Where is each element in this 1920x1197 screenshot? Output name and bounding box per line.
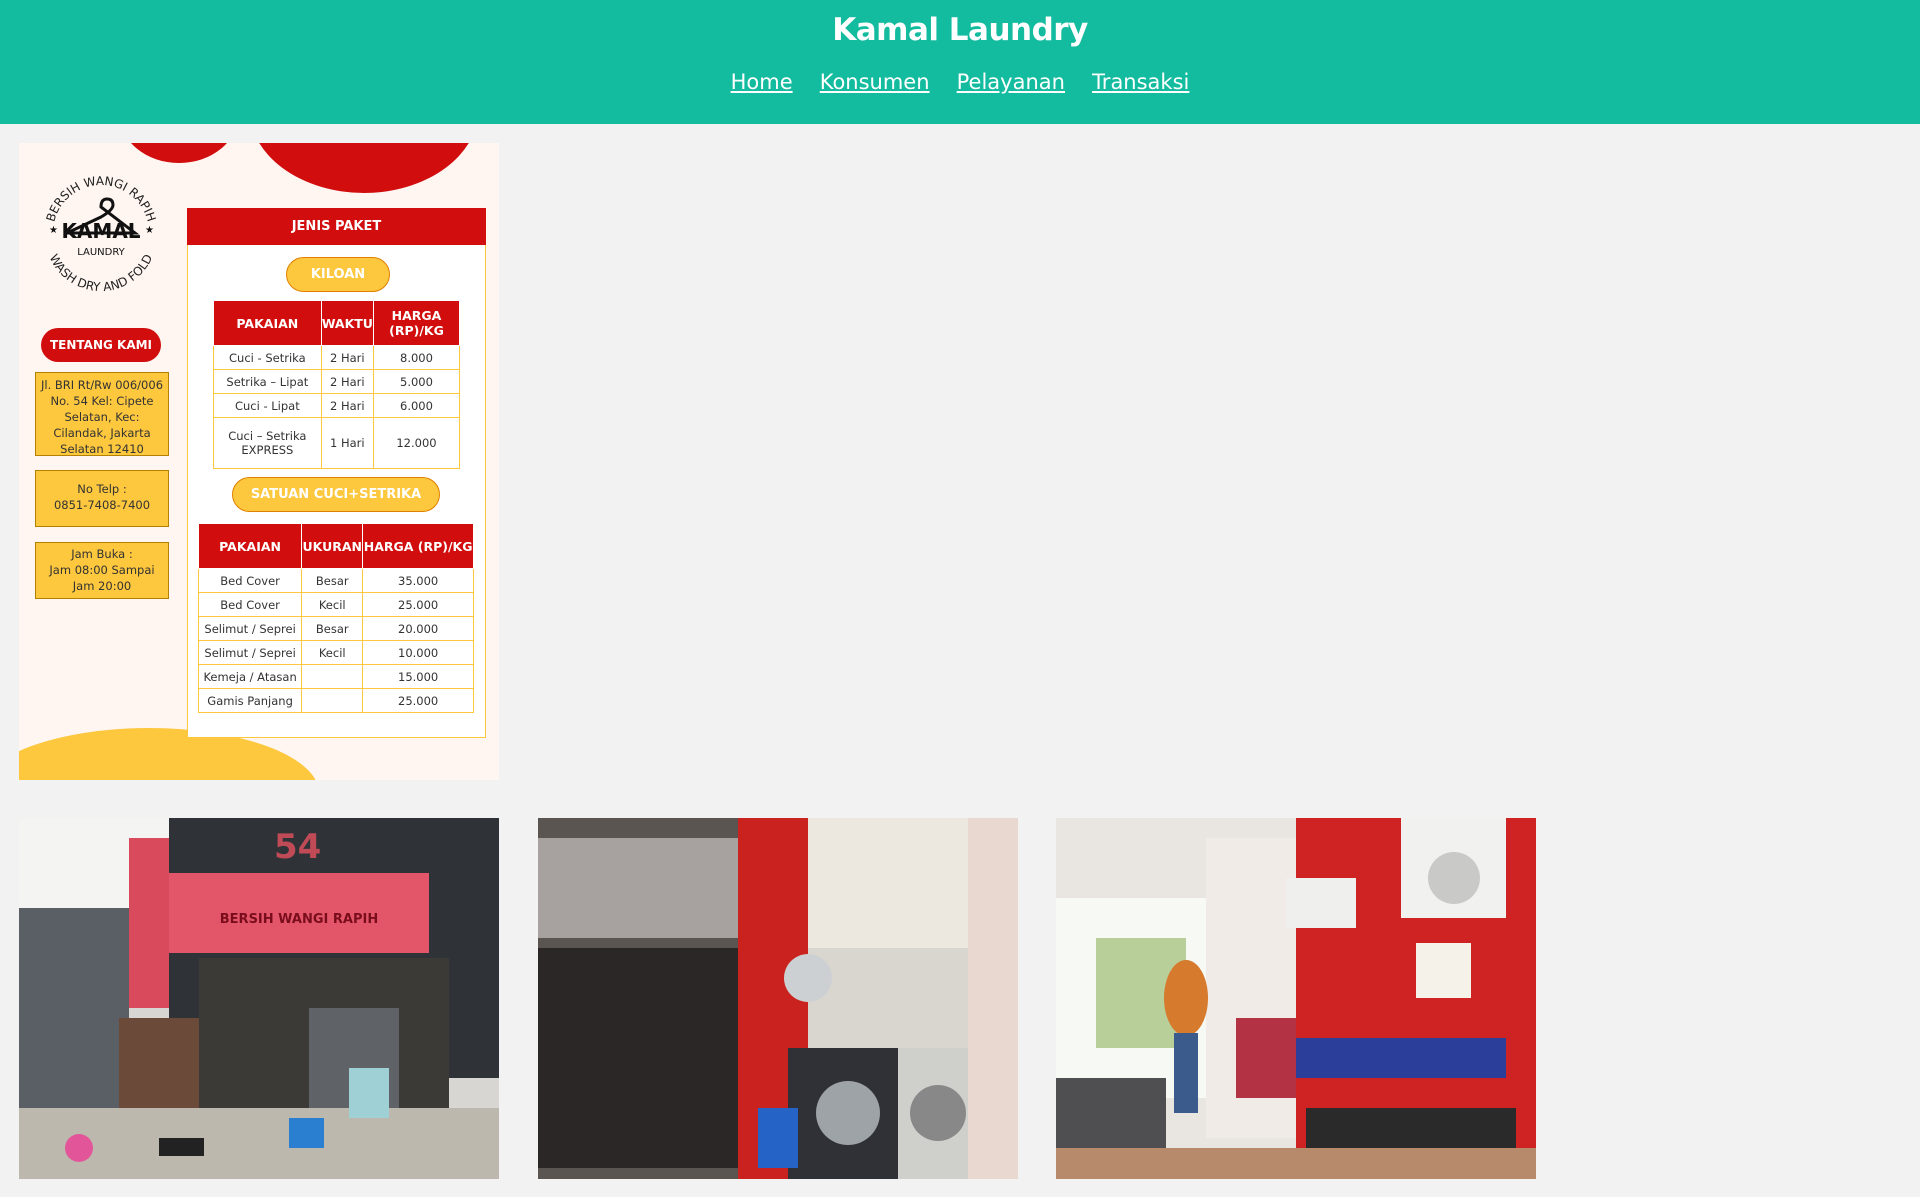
logo-sub: LAUNDRY	[77, 247, 125, 258]
table-cell: 2 Hari	[320, 345, 374, 370]
column-header: PAKAIAN	[197, 523, 303, 569]
kiloan-price-table: PAKAIAN WAKTU HARGA (RP)/KG Cuci - Setri…	[213, 300, 461, 469]
table-cell: Kecil	[301, 592, 364, 617]
table-cell: 1 Hari	[320, 417, 374, 469]
table-row: Kemeja / Atasan 15.000	[197, 664, 474, 689]
table-cell: Cuci – Setrika EXPRESS	[213, 417, 322, 469]
logo-arc-bottom: WASH DRY AND FOLD	[47, 252, 156, 294]
interior-ironing-photo	[1056, 818, 1536, 1179]
table-cell: Bed Cover	[197, 568, 303, 593]
table-row: Bed Cover Kecil 25.000	[197, 592, 474, 617]
column-header: HARGA (RP)/KG	[362, 523, 474, 569]
star-icon: ★	[49, 225, 58, 236]
satuan-label: SATUAN CUCI+SETRIKA	[232, 477, 440, 512]
satuan-price-table: PAKAIAN UKURAN HARGA (RP)/KG Bed Cover B…	[197, 523, 474, 713]
table-cell: 15.000	[362, 664, 474, 689]
nav-link-konsumen[interactable]: Konsumen	[820, 70, 930, 94]
table-cell: Besar	[301, 568, 364, 593]
kamal-laundry-logo: BERSIH WANGI RAPIH WASH DRY AND FOLD KAM…	[31, 163, 171, 303]
table-cell: 2 Hari	[320, 393, 374, 418]
column-header: UKURAN	[301, 523, 364, 569]
phone-label: No Telp :	[77, 482, 127, 496]
star-icon: ★	[145, 225, 154, 236]
table-cell: Besar	[301, 616, 364, 641]
table-row: Selimut / Seprei Besar 20.000	[197, 616, 474, 641]
table-cell: 12.000	[372, 417, 461, 469]
table-row: Selimut / Seprei Kecil 10.000	[197, 640, 474, 665]
table-row: Cuci – Setrika EXPRESS 1 Hari 12.000	[213, 417, 461, 469]
table-cell: 10.000	[362, 640, 474, 665]
svg-text:WASH DRY AND FOLD: WASH DRY AND FOLD	[47, 252, 156, 294]
table-cell: Cuci - Lipat	[213, 393, 322, 418]
decor-blob	[119, 143, 239, 163]
storefront-photo: BERSIH WANGI RAPIH 54	[19, 818, 499, 1179]
table-cell: Selimut / Seprei	[197, 640, 303, 665]
table-row: Setrika – Lipat 2 Hari 5.000	[213, 369, 461, 394]
table-cell: Bed Cover	[197, 592, 303, 617]
column-header: PAKAIAN	[213, 300, 322, 346]
column-header: HARGA (RP)/KG	[372, 300, 461, 346]
table-cell: 25.000	[362, 592, 474, 617]
table-cell: 25.000	[362, 688, 474, 713]
address-box: Jl. BRI Rt/Rw 006/006 No. 54 Kel: Cipete…	[35, 372, 169, 456]
table-cell: Gamis Panjang	[197, 688, 303, 713]
table-cell: Cuci - Setrika	[213, 345, 322, 370]
nav-link-home[interactable]: Home	[731, 70, 793, 94]
storefront-sign-number: 54	[274, 827, 321, 867]
logo-brand: KAMAL	[61, 219, 140, 243]
nav-link-transaksi[interactable]: Transaksi	[1092, 70, 1189, 94]
phone-box: No Telp : 0851-7408-7400	[35, 470, 169, 527]
price-list-flyer: BERSIH WANGI RAPIH WASH DRY AND FOLD KAM…	[19, 143, 499, 780]
hours-label: Jam Buka :	[71, 547, 133, 561]
kiloan-label: KILOAN	[286, 257, 390, 292]
column-header: WAKTU	[320, 300, 374, 346]
packages-title: JENIS PAKET	[187, 208, 486, 245]
table-cell: Kecil	[301, 640, 364, 665]
decor-blob	[249, 143, 479, 193]
table-cell: Setrika – Lipat	[213, 369, 322, 394]
hours-text: Jam 08:00 Sampai Jam 20:00	[49, 563, 155, 593]
table-cell: 8.000	[372, 345, 461, 370]
table-cell: 5.000	[372, 369, 461, 394]
about-us-label: TENTANG KAMI	[41, 328, 161, 362]
table-row: Bed Cover Besar 35.000	[197, 568, 474, 593]
table-cell: Kemeja / Atasan	[197, 664, 303, 689]
interior-shelves-photo	[538, 818, 1018, 1179]
main-nav: Home Konsumen Pelayanan Transaksi	[0, 70, 1920, 94]
nav-link-pelayanan[interactable]: Pelayanan	[957, 70, 1065, 94]
table-cell	[301, 664, 364, 689]
table-cell: 6.000	[372, 393, 461, 418]
phone-number: 0851-7408-7400	[53, 498, 151, 512]
site-title: Kamal Laundry	[832, 12, 1088, 48]
address-text: Jl. BRI Rt/Rw 006/006 No. 54 Kel: Cipete…	[40, 378, 164, 456]
hours-box: Jam Buka : Jam 08:00 Sampai Jam 20:00	[35, 542, 169, 599]
table-cell: 35.000	[362, 568, 474, 593]
table-cell	[301, 688, 364, 713]
table-row: Gamis Panjang 25.000	[197, 688, 474, 713]
table-cell: 2 Hari	[320, 369, 374, 394]
site-header: Kamal Laundry Home Konsumen Pelayanan Tr…	[0, 0, 1920, 124]
table-cell: 20.000	[362, 616, 474, 641]
table-row: Cuci - Setrika 2 Hari 8.000	[213, 345, 461, 370]
storefront-banner-text: BERSIH WANGI RAPIH	[220, 912, 378, 927]
table-cell: Selimut / Seprei	[197, 616, 303, 641]
table-row: Cuci - Lipat 2 Hari 6.000	[213, 393, 461, 418]
